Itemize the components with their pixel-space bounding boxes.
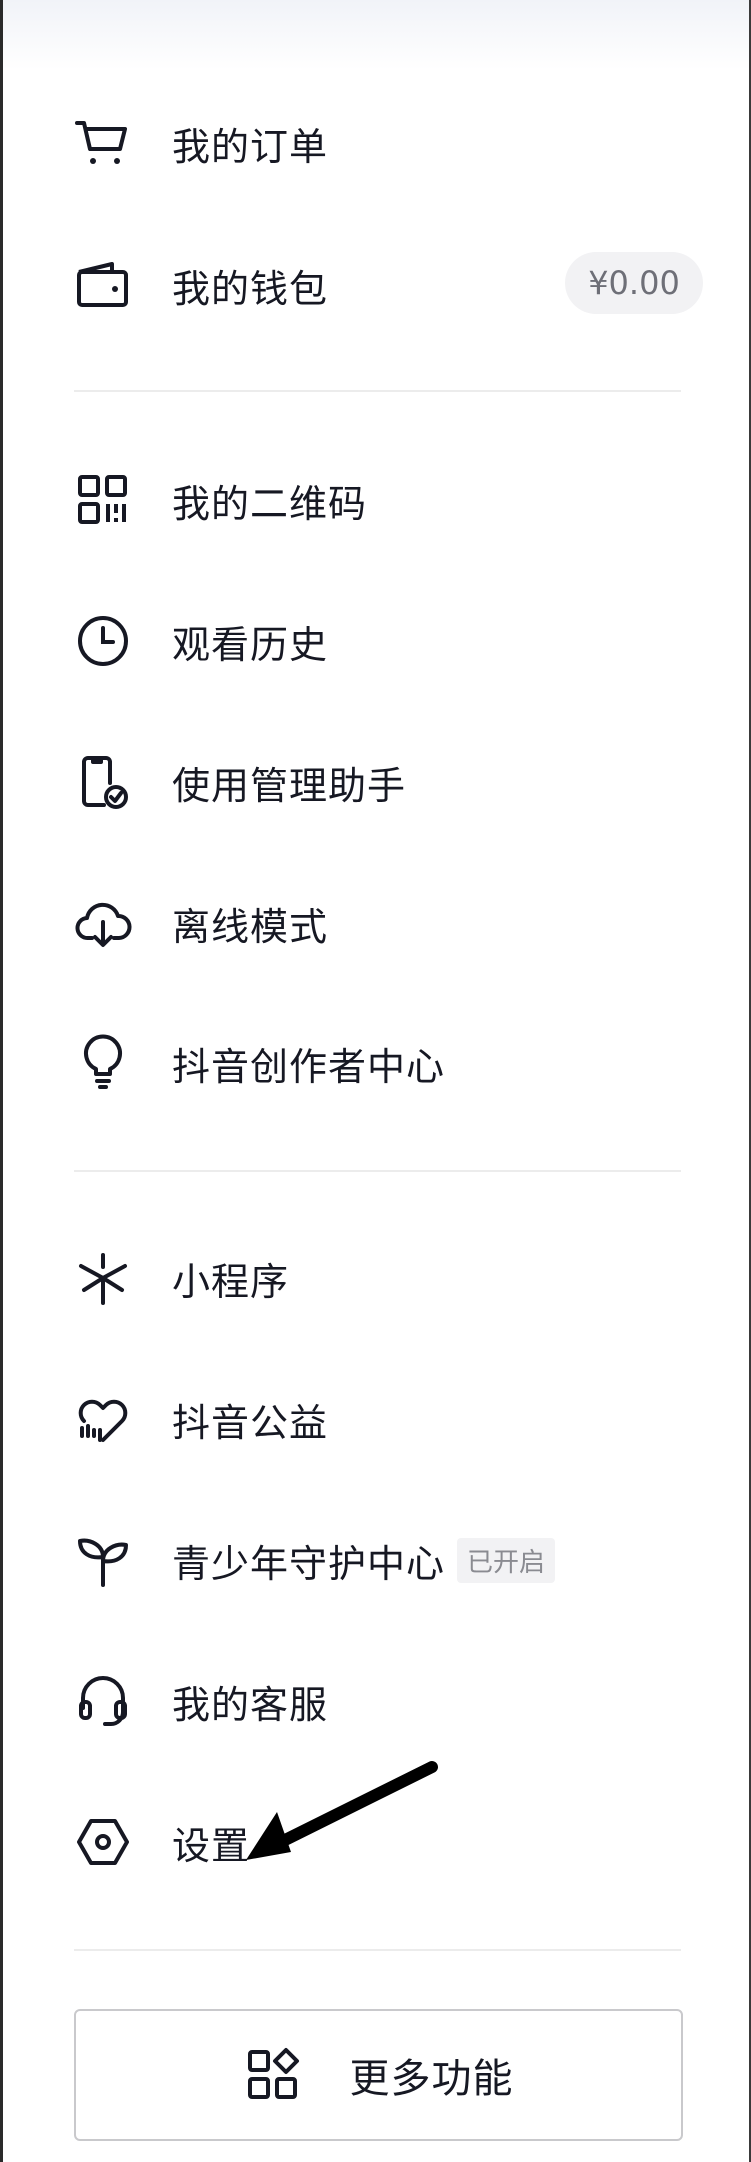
more-features-label: 更多功能: [349, 2056, 514, 2102]
menu-item-qrcode[interactable]: 我的二维码: [74, 455, 711, 545]
apps-grid-icon: [244, 2046, 302, 2104]
menu-item-youth-protection[interactable]: 青少年守护中心 已开启: [74, 1515, 711, 1605]
menu-item-usage-manager[interactable]: 使用管理助手: [74, 737, 711, 827]
headset-icon: [74, 1672, 132, 1730]
menu-label-customer-service: 我的客服: [172, 1682, 329, 1727]
menu-label-creator-center: 抖音创作者中心: [172, 1044, 446, 1089]
menu-item-charity[interactable]: 抖音公益: [74, 1374, 711, 1464]
qrcode-icon: [74, 471, 132, 529]
menu-label-youth-protection: 青少年守护中心: [172, 1541, 446, 1586]
heart-icon: [74, 1390, 132, 1448]
menu-label-charity: 抖音公益: [172, 1400, 329, 1445]
section-divider: [74, 1170, 681, 1172]
settings-hex-icon: [74, 1813, 132, 1871]
menu-label-wallet: 我的钱包: [172, 266, 329, 311]
wallet-icon: [74, 256, 132, 314]
menu-label-usage-manager: 使用管理助手: [172, 763, 407, 808]
sprout-icon: [74, 1531, 132, 1589]
menu-item-customer-service[interactable]: 我的客服: [74, 1656, 711, 1746]
section-divider: [74, 390, 681, 392]
lightbulb-icon: [74, 1034, 132, 1092]
more-features-button[interactable]: 更多功能: [74, 2009, 683, 2141]
section-divider: [74, 1949, 681, 1951]
menu-label-qrcode: 我的二维码: [172, 481, 368, 526]
phone-check-icon: [74, 753, 132, 811]
top-header-fade: [3, 0, 749, 70]
clock-icon: [74, 612, 132, 670]
menu-label-settings: 设置: [172, 1823, 251, 1868]
cart-icon: [74, 114, 132, 172]
asterisk-icon: [74, 1249, 132, 1307]
menu-label-history: 观看历史: [172, 622, 329, 667]
menu-item-mini-programs[interactable]: 小程序: [74, 1233, 711, 1323]
menu-item-history[interactable]: 观看历史: [74, 596, 711, 686]
menu-label-orders: 我的订单: [172, 124, 329, 169]
left-edge-divider: [0, 0, 3, 2162]
cloud-download-icon: [74, 894, 132, 952]
menu-label-mini-programs: 小程序: [172, 1259, 290, 1304]
status-tag-enabled: 已开启: [457, 1537, 556, 1583]
menu-item-settings[interactable]: 设置: [74, 1797, 711, 1887]
wallet-balance-badge: ¥0.00: [565, 252, 703, 314]
menu-item-creator-center[interactable]: 抖音创作者中心: [74, 1018, 711, 1108]
menu-item-offline[interactable]: 离线模式: [74, 878, 711, 968]
menu-item-orders[interactable]: 我的订单: [74, 98, 711, 188]
menu-label-offline: 离线模式: [172, 904, 329, 949]
